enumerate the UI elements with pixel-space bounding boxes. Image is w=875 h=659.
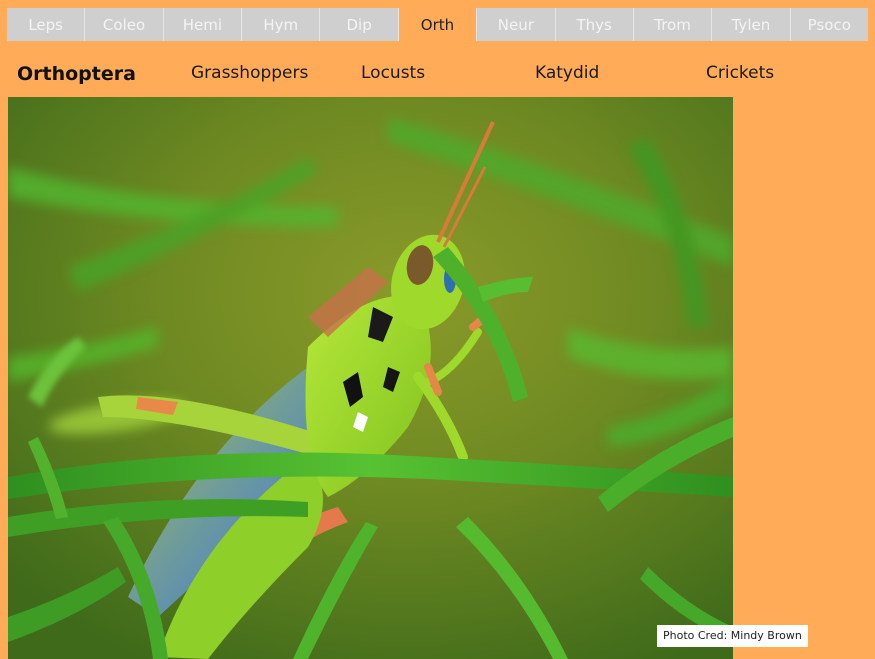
tab-coleo[interactable]: Coleo — [85, 8, 164, 41]
tab-neur[interactable]: Neur — [477, 8, 556, 41]
tab-thys[interactable]: Thys — [556, 8, 634, 41]
nav-link-katydid[interactable]: Katydid — [535, 63, 599, 83]
sub-navigation: Orthoptera Grasshoppers Locusts Katydid … — [0, 60, 875, 90]
tab-hym[interactable]: Hym — [242, 8, 321, 41]
nav-link-crickets[interactable]: Crickets — [706, 63, 774, 83]
tab-trom[interactable]: Trom — [634, 8, 713, 41]
tab-psoco[interactable]: Psoco — [791, 8, 868, 41]
grasshopper-illustration — [8, 97, 733, 659]
tab-leps[interactable]: Leps — [7, 8, 86, 41]
page-frame: Leps Coleo Hemi Hym Dip Orth Neur Thys T… — [0, 0, 875, 659]
tab-dip[interactable]: Dip — [320, 8, 399, 41]
tab-hemi[interactable]: Hemi — [164, 8, 243, 41]
tab-tylen[interactable]: Tylen — [712, 8, 791, 41]
nav-link-grasshoppers[interactable]: Grasshoppers — [191, 63, 308, 83]
nav-link-locusts[interactable]: Locusts — [361, 63, 425, 83]
page-title: Orthoptera — [17, 63, 136, 85]
grasshopper-photo — [8, 97, 733, 659]
tab-orth[interactable]: Orth — [398, 8, 478, 41]
photo-credit: Photo Cred: Mindy Brown — [657, 625, 808, 647]
order-tab-bar: Leps Coleo Hemi Hym Dip Orth Neur Thys T… — [7, 8, 868, 41]
